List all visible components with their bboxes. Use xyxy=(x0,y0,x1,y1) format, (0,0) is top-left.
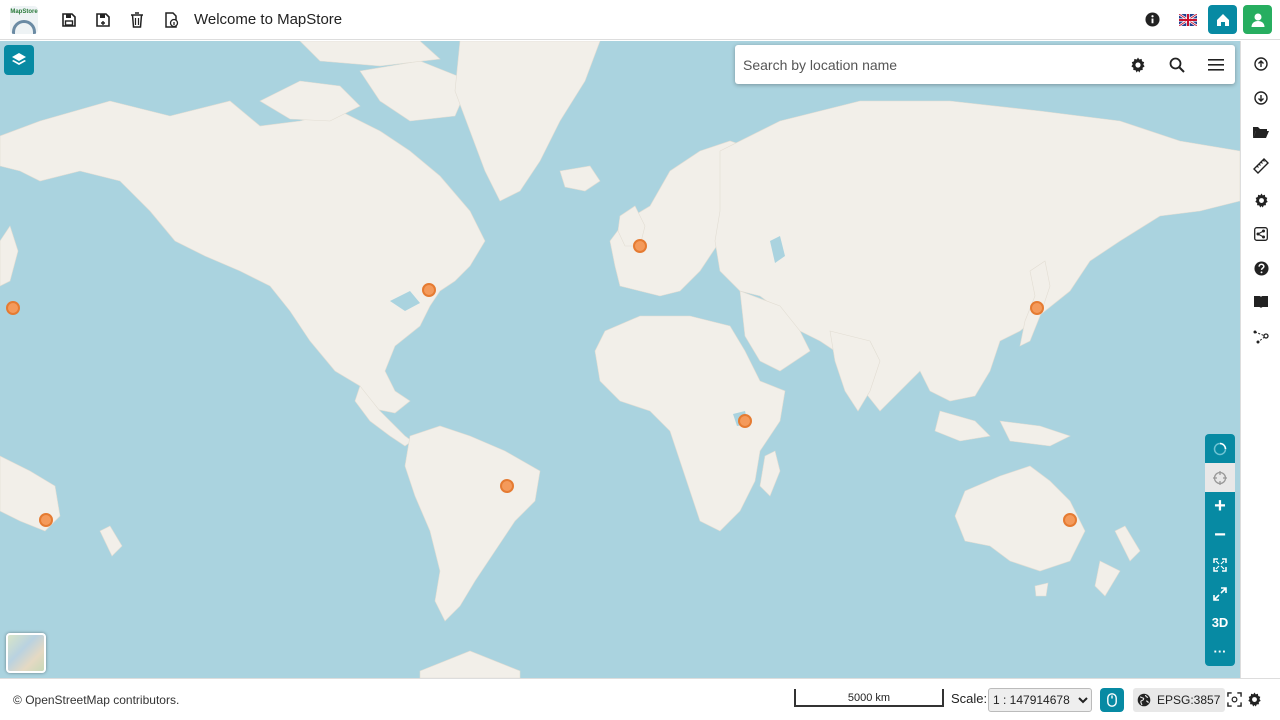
spinner-icon xyxy=(1213,442,1227,455)
footer-settings-button[interactable] xyxy=(1245,690,1263,708)
marker-honolulu[interactable] xyxy=(6,301,20,315)
trash-icon xyxy=(131,11,143,28)
sidebar-item-measure[interactable] xyxy=(1241,149,1280,183)
home-button[interactable] xyxy=(1208,5,1237,34)
zoom-out-label: − xyxy=(1214,524,1226,546)
search-submit-button[interactable] xyxy=(1157,45,1196,84)
globe-icon xyxy=(1137,693,1151,707)
marker-melbourne[interactable] xyxy=(39,513,53,527)
scale-label: Scale: xyxy=(951,691,988,706)
page-title: Welcome to MapStore xyxy=(194,11,343,28)
marker-rio[interactable] xyxy=(500,479,514,493)
attribution-suffix: contributors. xyxy=(113,692,180,707)
threed-label: 3D xyxy=(1211,615,1229,630)
scale-bar: 5000 km xyxy=(794,689,944,707)
more-label: ··· xyxy=(1213,644,1227,659)
marker-nairobi[interactable] xyxy=(738,414,752,428)
layers-icon xyxy=(12,53,26,65)
background-selector-button[interactable] xyxy=(6,633,46,673)
save-as-icon xyxy=(96,12,110,27)
crosshair-icon xyxy=(1213,470,1227,485)
sidebar-item-route[interactable] xyxy=(1241,319,1280,353)
save-as-button[interactable] xyxy=(86,3,120,37)
logo-text: MapStore xyxy=(10,8,38,15)
gear-icon xyxy=(1247,691,1261,707)
expand-icon xyxy=(1213,586,1227,601)
marker-new-york[interactable] xyxy=(422,283,436,297)
top-toolbar: MapStore Welcome to MapStore xyxy=(0,0,1280,40)
toc-layers-button[interactable] xyxy=(4,45,34,75)
save-icon xyxy=(62,12,76,27)
user-button[interactable] xyxy=(1243,5,1272,34)
home-icon xyxy=(1216,13,1229,26)
ruler-icon xyxy=(1253,158,1269,174)
zoom-out-button[interactable]: − xyxy=(1205,521,1235,550)
mouse-position-button[interactable] xyxy=(1100,688,1124,712)
sidebar-item-tutorial[interactable] xyxy=(1241,285,1280,319)
share-icon xyxy=(1254,227,1268,241)
map-details-button[interactable] xyxy=(154,3,188,37)
sidebar-item-open[interactable] xyxy=(1241,115,1280,149)
crs-selector[interactable]: EPSG:3857 xyxy=(1133,688,1225,712)
language-flag-icon xyxy=(1178,13,1197,26)
right-sidebar xyxy=(1240,41,1280,678)
globe-3d-button[interactable]: 3D xyxy=(1205,608,1235,637)
map-zoom-controls: + − 3D ··· xyxy=(1205,434,1235,666)
zoom-to-max-extent-button[interactable] xyxy=(1205,550,1235,579)
scale-dropdown[interactable]: 1 : 147914678 xyxy=(988,688,1092,712)
folder-open-icon xyxy=(1253,127,1269,138)
mapstore-logo: MapStore xyxy=(10,5,38,34)
sidebar-item-help[interactable] xyxy=(1241,251,1280,285)
marker-sydney[interactable] xyxy=(1063,513,1077,527)
gear-icon xyxy=(1130,57,1145,72)
burger-menu-icon xyxy=(1207,58,1224,71)
zoom-in-label: + xyxy=(1214,495,1226,517)
sidebar-item-download[interactable] xyxy=(1241,81,1280,115)
search-bar xyxy=(735,45,1235,84)
focus-icon xyxy=(1226,691,1242,707)
fullscreen-button[interactable] xyxy=(1205,579,1235,608)
max-extent-icon xyxy=(1213,557,1227,572)
help-icon xyxy=(1253,260,1269,276)
gear-icon xyxy=(1254,192,1268,208)
attribution-prefix: © xyxy=(13,692,22,707)
zoom-in-button[interactable]: + xyxy=(1205,492,1235,521)
book-icon xyxy=(1254,296,1268,308)
info-icon xyxy=(1145,12,1160,27)
sidebar-item-settings[interactable] xyxy=(1241,183,1280,217)
sidebar-item-upload[interactable] xyxy=(1241,47,1280,81)
locate-button[interactable] xyxy=(1205,463,1235,492)
save-button[interactable] xyxy=(52,3,86,37)
loading-indicator xyxy=(1205,434,1235,463)
more-tools-button[interactable]: ··· xyxy=(1205,637,1235,666)
world-basemap xyxy=(0,41,1240,678)
crs-label: EPSG:3857 xyxy=(1157,693,1221,707)
language-button[interactable] xyxy=(1173,5,1202,34)
map-footer: © OpenStreetMap contributors. 5000 km Sc… xyxy=(0,678,1280,720)
marker-tokyo[interactable] xyxy=(1030,301,1044,315)
delete-button[interactable] xyxy=(120,3,154,37)
download-icon xyxy=(1254,91,1268,105)
route-icon xyxy=(1253,330,1269,344)
burger-menu-button[interactable] xyxy=(1196,45,1235,84)
search-icon xyxy=(1169,57,1185,73)
upload-icon xyxy=(1254,57,1268,71)
info-button[interactable] xyxy=(1138,5,1167,34)
map-details-icon xyxy=(165,11,179,28)
mouse-icon xyxy=(1107,693,1117,707)
sidebar-item-share[interactable] xyxy=(1241,217,1280,251)
attribution: © OpenStreetMap contributors. xyxy=(13,693,179,707)
marker-london[interactable] xyxy=(633,239,647,253)
crs-picker-button[interactable] xyxy=(1225,690,1243,708)
search-input[interactable] xyxy=(735,45,1118,84)
user-icon xyxy=(1251,13,1264,27)
attribution-link[interactable]: OpenStreetMap xyxy=(25,693,110,707)
map-view[interactable]: + − 3D ··· xyxy=(0,41,1240,678)
search-settings-button[interactable] xyxy=(1118,45,1157,84)
